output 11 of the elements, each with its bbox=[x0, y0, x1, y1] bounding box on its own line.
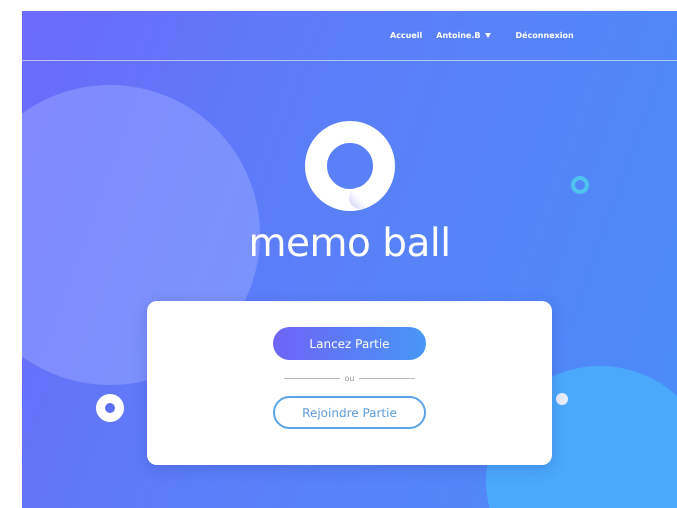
nav-link[interactable]: Accueil bbox=[390, 31, 422, 40]
caret-icon bbox=[484, 33, 490, 38]
divider-label: ou bbox=[344, 374, 354, 383]
join-game-button[interactable]: Rejoindre Partie bbox=[273, 396, 426, 429]
user-menu[interactable]: Antoine.B bbox=[436, 31, 490, 40]
brand-wordmark: memo ball bbox=[248, 224, 451, 263]
nav-link[interactable]: Déconnexion bbox=[516, 31, 574, 40]
logo-icon bbox=[304, 120, 396, 212]
start-game-button[interactable]: Lancez Partie bbox=[273, 327, 426, 360]
ring-icon bbox=[96, 394, 124, 422]
ring-icon bbox=[571, 176, 589, 194]
